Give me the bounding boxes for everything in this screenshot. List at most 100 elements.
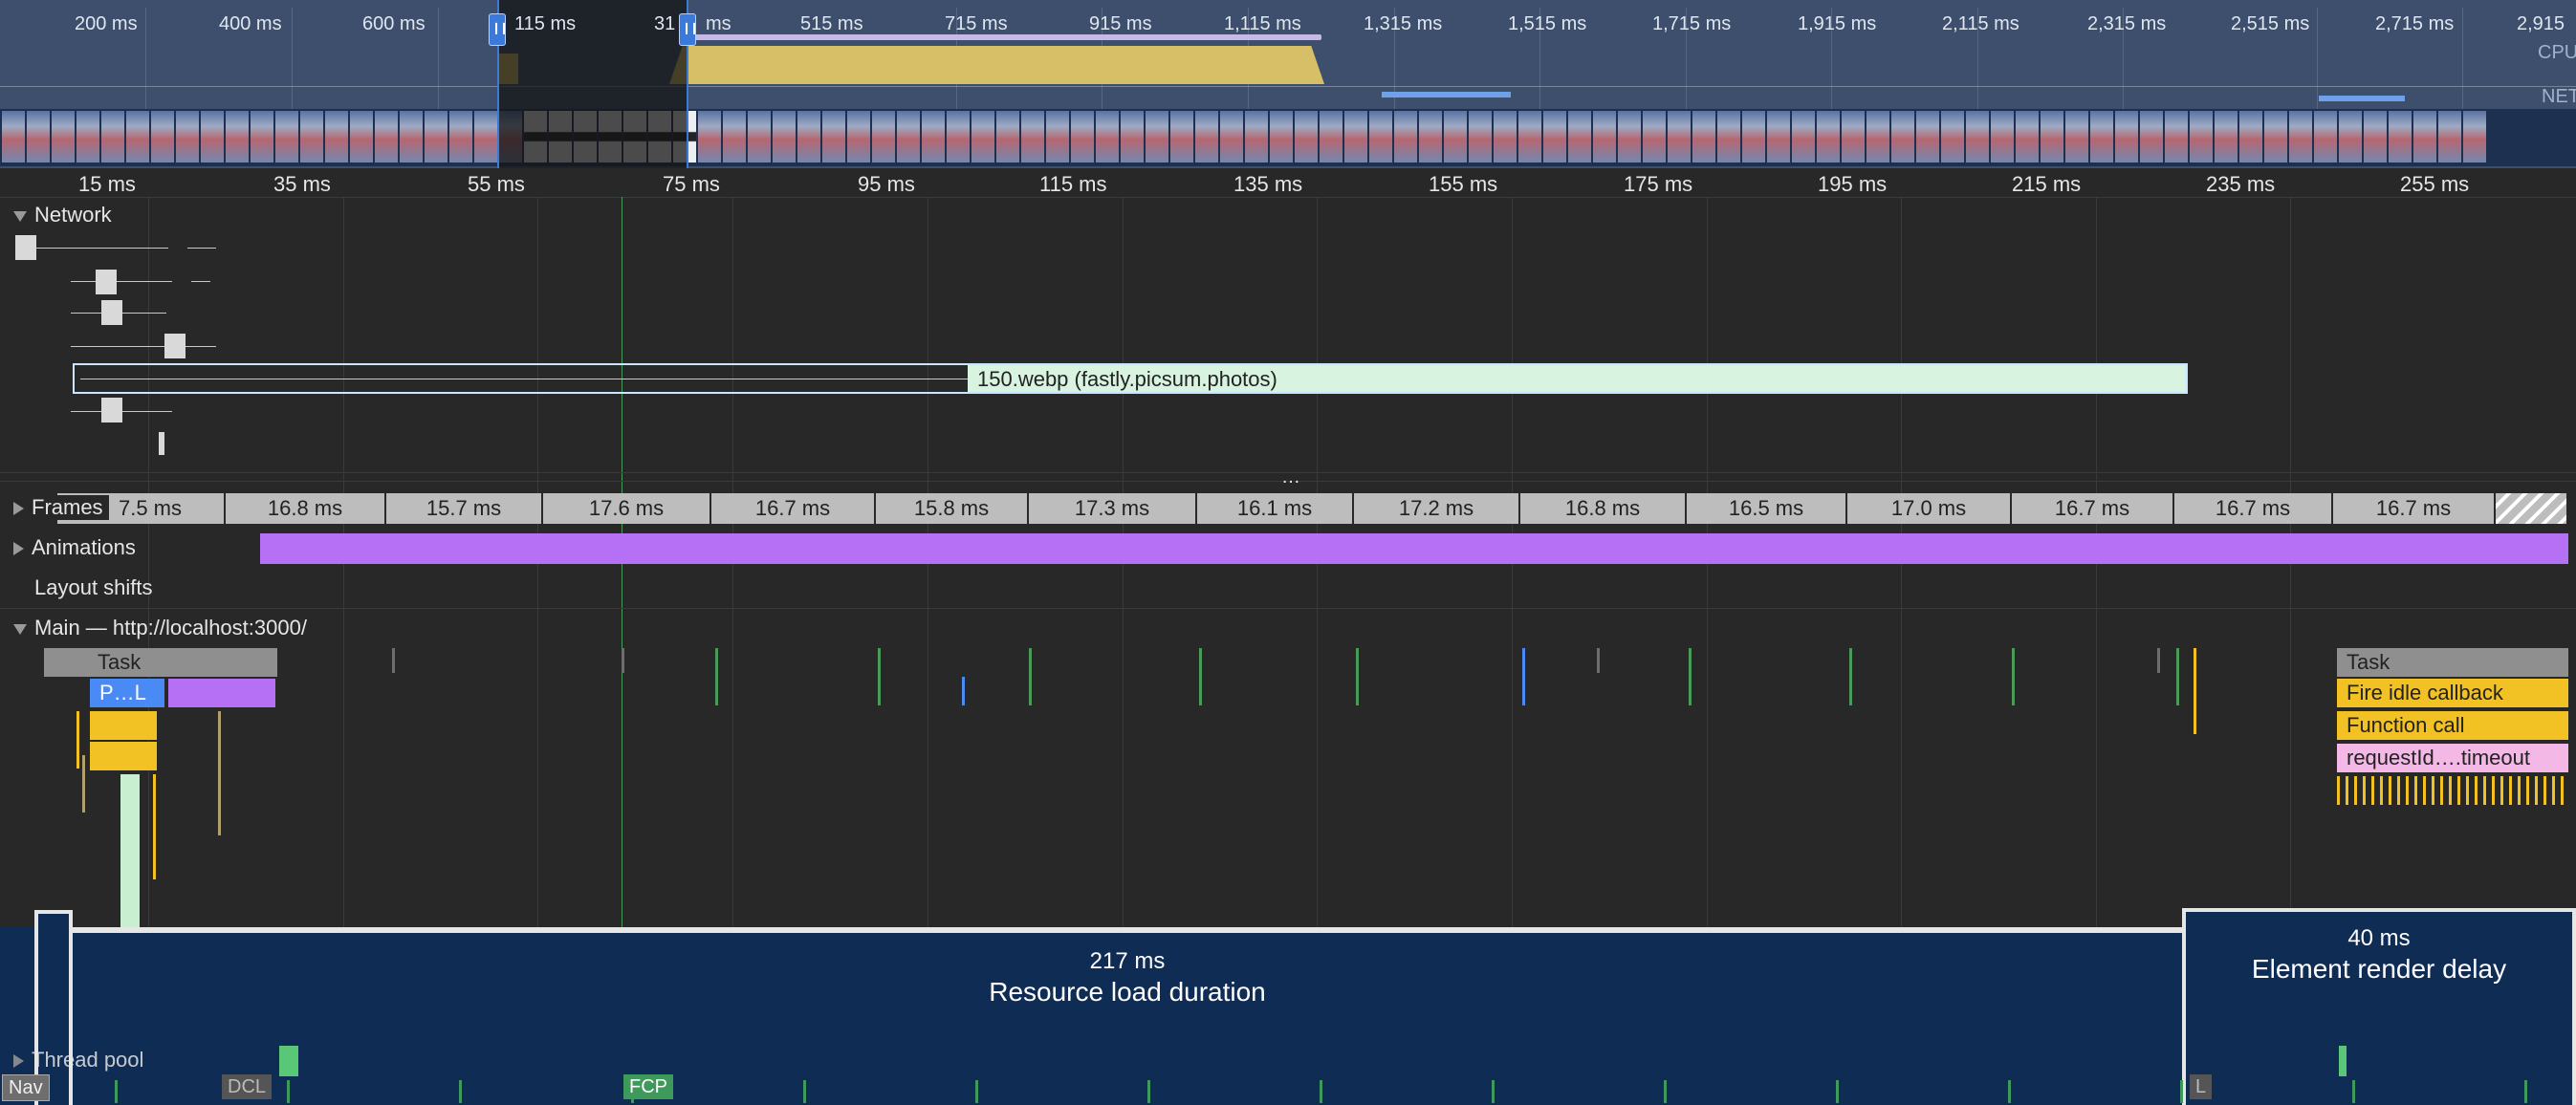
expand-icon (13, 502, 24, 516)
element-render-delay-value: 40 ms (2347, 925, 2411, 951)
frame-block[interactable]: 16.5 ms (1687, 493, 1847, 524)
network-request[interactable] (96, 270, 117, 294)
frames-track-header[interactable]: Frames (13, 495, 109, 520)
resource-load-duration-overlay[interactable]: 217 ms Resource load duration (73, 927, 2182, 1105)
ruler-tick: 135 ms (1233, 172, 1303, 196)
overview-time-label: 400 ms (219, 13, 282, 34)
overview-time-label: 1,315 ms (1364, 13, 1443, 34)
animation-bar[interactable] (260, 533, 2568, 564)
flame-task[interactable]: Task (44, 648, 277, 677)
selection-end-label: 31 (654, 13, 676, 34)
net-label: NET (2542, 86, 2576, 107)
flame-parse-html[interactable]: P…L (90, 679, 164, 707)
overview-time-label: 600 ms (362, 13, 426, 34)
flame-script[interactable] (90, 711, 157, 740)
frame-block-partial[interactable] (2496, 493, 2568, 524)
frame-block[interactable]: 16.8 ms (1520, 493, 1687, 524)
overview-time-label: 715 ms (945, 13, 1008, 34)
frame-block[interactable]: 16.7 ms (2333, 493, 2496, 524)
frame-block[interactable]: 17.0 ms (1847, 493, 2012, 524)
network-track-header[interactable]: Network (13, 203, 112, 228)
overview-time-label: ms (706, 13, 731, 34)
screenshot-filmstrip (0, 109, 2576, 166)
collapse-icon (13, 210, 27, 222)
network-request-label: 150.webp (fastly.picsum.photos) (977, 367, 1277, 391)
ruler-tick: 55 ms (468, 172, 525, 196)
flame-paint[interactable] (120, 774, 140, 927)
network-request[interactable] (101, 300, 122, 325)
expand-icon (13, 1054, 24, 1069)
overview-time-label: 1,115 ms (1224, 13, 1301, 34)
flame-fire-idle-callback[interactable]: Fire idle callback (2337, 679, 2568, 707)
frame-block[interactable]: 16.8 ms (226, 493, 386, 524)
frame-block[interactable]: 15.8 ms (876, 493, 1029, 524)
overview-time-label: 1,515 ms (1508, 13, 1587, 34)
frames-track-label: Frames (32, 495, 103, 519)
flame-request-idle-timeout[interactable]: requestId….timeout (2337, 744, 2568, 772)
frame-block[interactable]: 17.6 ms (543, 493, 711, 524)
thread-pool-track-label: Thread pool (32, 1048, 144, 1072)
animations-track-label: Animations (32, 535, 136, 559)
frame-block[interactable]: 17.2 ms (1354, 493, 1520, 524)
selection-start-label: 115 ms (514, 13, 577, 34)
marker-dcl[interactable]: DCL (222, 1074, 273, 1099)
main-track-header[interactable]: Main — http://localhost:3000/ (13, 616, 307, 640)
thread-pool-track-header[interactable]: Thread pool (13, 1048, 143, 1072)
network-request[interactable] (15, 235, 36, 260)
flame-subcalls (2337, 776, 2568, 805)
flame-rendering[interactable] (168, 679, 275, 707)
element-render-delay-label: Element render delay (2251, 954, 2507, 984)
ruler-tick: 15 ms (78, 172, 136, 196)
frame-block[interactable]: 16.7 ms (711, 493, 876, 524)
expand-icon (13, 542, 24, 556)
resource-load-duration-value: 217 ms (1089, 948, 1166, 974)
frame-block[interactable]: 16.7 ms (2174, 493, 2333, 524)
ruler-tick: 235 ms (2206, 172, 2276, 196)
network-activity-bar (2319, 96, 2405, 101)
selection-start-handle[interactable] (489, 13, 507, 46)
time-ruler: 15 ms 35 ms 55 ms 75 ms 95 ms 115 ms 135… (0, 168, 2576, 198)
flame-task[interactable]: Task (2337, 648, 2568, 677)
marker-nav[interactable]: Nav (2, 1074, 50, 1101)
overview-time-label: 2,715 ms (2375, 13, 2455, 34)
element-render-delay-overlay[interactable]: 40 ms Element render delay (2182, 908, 2576, 1105)
ruler-tick: 215 ms (2012, 172, 2082, 196)
flame-function-call[interactable]: Function call (2337, 711, 2568, 740)
ruler-tick: 195 ms (1818, 172, 1888, 196)
ruler-tick: 35 ms (273, 172, 331, 196)
timeline-overview[interactable]: 200 ms 400 ms 600 ms 515 ms 715 ms 915 m… (0, 0, 2576, 168)
collapse-icon (13, 623, 27, 635)
overview-time-label: 2,915 (2517, 13, 2565, 34)
marker-fcp[interactable]: FCP (623, 1074, 673, 1099)
flame-script[interactable] (90, 742, 157, 770)
network-request[interactable] (101, 398, 122, 422)
frame-block[interactable]: 15.7 ms (386, 493, 543, 524)
cpu-activity-area (669, 46, 1324, 84)
ruler-tick: 115 ms (1039, 172, 1107, 196)
main-track-label: Main — http://localhost:3000/ (34, 616, 307, 639)
network-activity-bar (1382, 92, 1511, 98)
frame-block[interactable]: 16.1 ms (1197, 493, 1354, 524)
overview-time-label: 1,915 ms (1798, 13, 1877, 34)
resource-load-duration-label: Resource load duration (989, 977, 1266, 1007)
network-request[interactable] (159, 432, 164, 455)
thread-pool-task[interactable] (279, 1046, 298, 1076)
overview-time-label: 2,115 ms (1942, 13, 2019, 34)
selection-end-handle[interactable] (679, 13, 697, 46)
network-request-150-webp[interactable]: 150.webp (fastly.picsum.photos) (73, 363, 2188, 394)
animations-track-header[interactable]: Animations (13, 535, 136, 560)
network-request[interactable] (164, 334, 186, 358)
overview-time-label: 200 ms (75, 13, 138, 34)
frame-block[interactable]: 17.3 ms (1029, 493, 1197, 524)
ruler-tick: 255 ms (2400, 172, 2470, 196)
ruler-tick: 75 ms (663, 172, 720, 196)
thread-pool-task[interactable] (2339, 1046, 2347, 1076)
ruler-tick: 175 ms (1624, 172, 1693, 196)
marker-l[interactable]: L (2190, 1074, 2213, 1099)
frame-block[interactable]: 16.7 ms (2012, 493, 2174, 524)
overview-time-label: 1,715 ms (1652, 13, 1732, 34)
overview-time-label: 515 ms (800, 13, 863, 34)
resizer-dots: … (1281, 466, 1300, 488)
overview-time-label: 915 ms (1089, 13, 1152, 34)
layout-shifts-track-label: Layout shifts (34, 575, 153, 599)
